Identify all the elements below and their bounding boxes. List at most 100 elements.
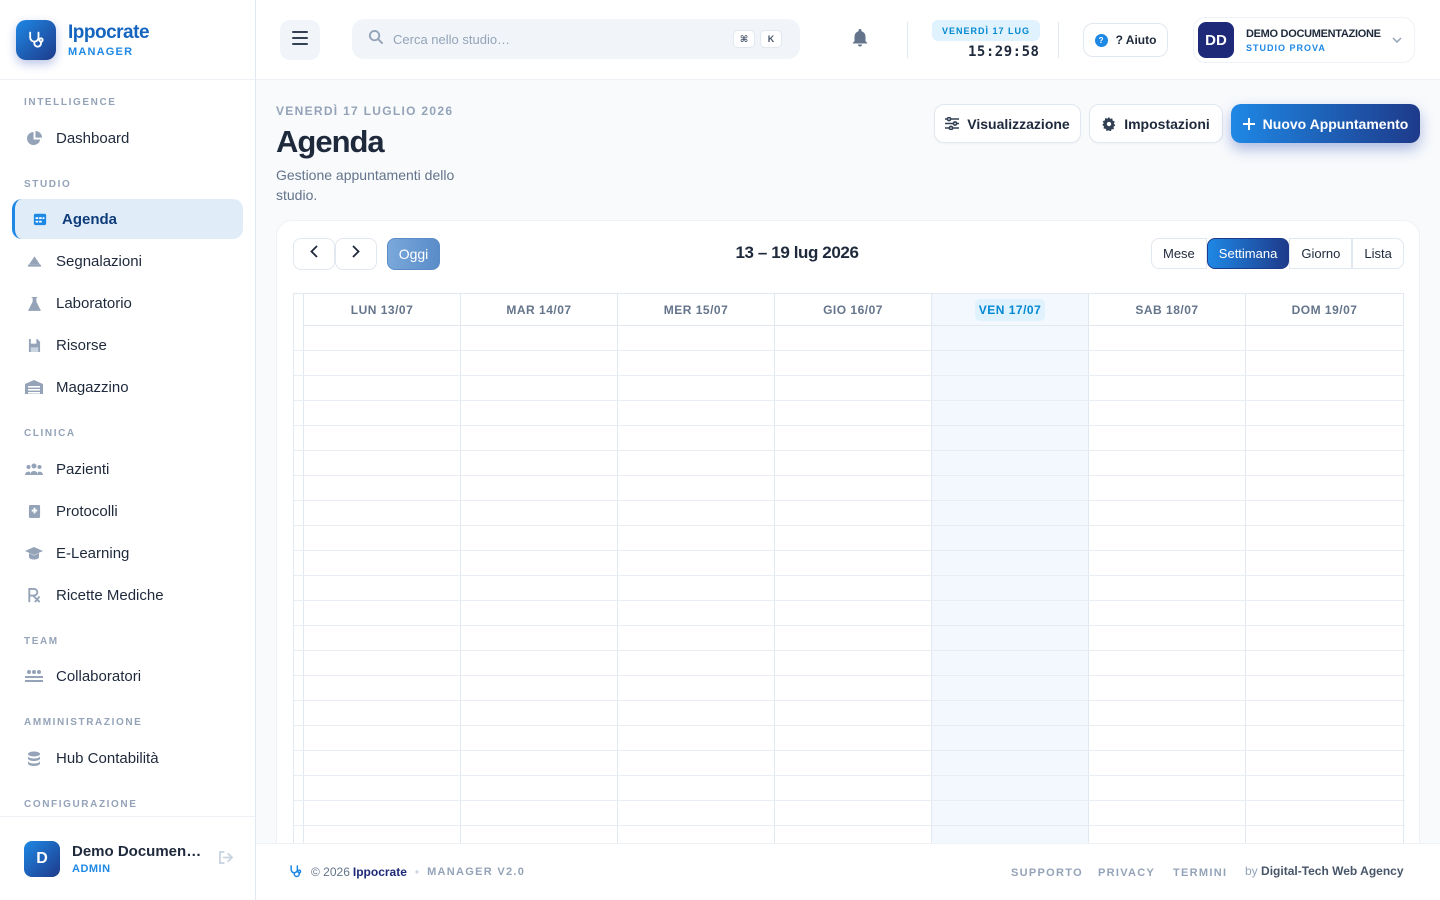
- time-slot-line: [294, 500, 1405, 501]
- stethoscope-logo-icon: [16, 19, 56, 60]
- sidebar-item-hub-contabilita[interactable]: Hub Contabilità: [12, 738, 243, 778]
- section-team: TEAM: [24, 636, 59, 647]
- sidebar-item-label: Pazienti: [56, 460, 110, 478]
- sidebar-item-label: Segnalazioni: [56, 252, 142, 270]
- avatar: D: [24, 840, 60, 877]
- user-name: Demo Documentazione: [72, 842, 204, 860]
- settings-button[interactable]: Impostazioni: [1089, 104, 1223, 143]
- day-header: GIO 16/07: [775, 294, 931, 326]
- page-subtitle: Gestione appuntamenti dello studio.: [276, 167, 455, 203]
- calendar-icon: [30, 209, 50, 229]
- brand-subtitle: MANAGER: [68, 45, 134, 58]
- view-day-button[interactable]: Giorno: [1289, 238, 1353, 269]
- page-date: VENERDÌ 17 LUGLIO 2026: [276, 104, 454, 118]
- graduation-cap-icon: [24, 543, 44, 563]
- sidebar-item-risorse[interactable]: Risorse: [12, 325, 243, 365]
- alert-icon: [24, 251, 44, 271]
- sidebar-item-label: Agenda: [62, 210, 118, 228]
- help-icon: ?: [1094, 33, 1108, 47]
- week-grid: LUN 13/07 MAR 14/07 MER 15/07 GIO 16/07 …: [293, 293, 1405, 899]
- search-input[interactable]: Cerca nello studio… ⌘ K: [352, 19, 800, 59]
- sidebar-item-dashboard[interactable]: Dashboard: [12, 118, 243, 158]
- bell-icon[interactable]: [852, 29, 868, 52]
- day-header: MAR 14/07: [461, 294, 617, 326]
- sliders-icon: [945, 117, 960, 130]
- section-clinica: CLINICA: [24, 428, 76, 439]
- sidebar-item-label: Dashboard: [56, 129, 130, 147]
- footer-logo-icon: [288, 864, 303, 879]
- sidebar-item-segnalazioni[interactable]: Segnalazioni: [12, 241, 243, 281]
- box-icon: [24, 335, 44, 355]
- settings-label: Impostazioni: [1124, 115, 1210, 132]
- day-column-today[interactable]: VEN 17/07: [932, 294, 1089, 899]
- kbd-cmd: ⌘: [733, 30, 755, 48]
- time-slot-line: [294, 400, 1405, 401]
- kbd-k: K: [760, 30, 782, 48]
- divider: [1058, 22, 1059, 58]
- search-icon: [368, 29, 383, 49]
- sidebar-user[interactable]: D Demo Documentazione ADMIN: [0, 816, 255, 900]
- brand[interactable]: Ippocrate MANAGER: [0, 0, 255, 80]
- day-column[interactable]: GIO 16/07: [775, 294, 932, 899]
- logout-icon[interactable]: [218, 850, 234, 867]
- day-column[interactable]: DOM 19/07: [1246, 294, 1403, 899]
- team-icon: [24, 666, 44, 686]
- section-studio: STUDIO: [24, 179, 72, 190]
- help-button[interactable]: ? ? Aiuto: [1083, 23, 1168, 57]
- day-header: MER 15/07: [618, 294, 774, 326]
- day-column[interactable]: SAB 18/07: [1089, 294, 1246, 899]
- time-slot-line: [294, 450, 1405, 451]
- time-slot-line: [294, 550, 1405, 551]
- clock: 15:29:58: [968, 44, 1040, 60]
- view-switcher: Mese Settimana Giorno Lista: [1151, 238, 1404, 269]
- page-title: Agenda: [276, 124, 385, 159]
- section-configurazione: CONFIGURAZIONE: [24, 799, 138, 810]
- footer-link-terms[interactable]: TERMINI: [1173, 867, 1227, 879]
- search-placeholder: Cerca nello studio…: [393, 31, 511, 47]
- day-column[interactable]: MER 15/07: [618, 294, 775, 899]
- sidebar-item-magazzino[interactable]: Magazzino: [12, 367, 243, 407]
- sidebar-item-collaboratori[interactable]: Collaboratori: [12, 656, 243, 696]
- footer-link-privacy[interactable]: PRIVACY: [1098, 867, 1155, 879]
- footer-version: MANAGER V2.0: [427, 865, 526, 878]
- day-column[interactable]: MAR 14/07: [461, 294, 618, 899]
- sidebar-item-ricette-mediche[interactable]: Ricette Mediche: [12, 575, 243, 615]
- user-name: DEMO DOCUMENTAZIONE: [1246, 27, 1381, 40]
- divider: [907, 22, 908, 58]
- warehouse-icon: [24, 377, 44, 397]
- day-header: LUN 13/07: [304, 294, 460, 326]
- user-menu[interactable]: DD DEMO DOCUMENTAZIONE STUDIO PROVA: [1193, 17, 1415, 63]
- brand-name: Ippocrate: [68, 21, 150, 43]
- time-slot-line: [294, 350, 1405, 351]
- menu-toggle-button[interactable]: [280, 20, 320, 60]
- sidebar-item-laboratorio[interactable]: Laboratorio: [12, 283, 243, 323]
- footer-agency[interactable]: Digital-Tech Web Agency: [1261, 864, 1403, 878]
- sidebar-item-protocolli[interactable]: Protocolli: [12, 491, 243, 531]
- sidebar-item-e-learning[interactable]: E-Learning: [12, 533, 243, 573]
- sidebar-item-agenda[interactable]: Agenda: [12, 199, 243, 239]
- footer-link-support[interactable]: SUPPORTO: [1011, 867, 1083, 879]
- calendar-card: Oggi 13 – 19 lug 2026 Mese Settimana Gio…: [276, 220, 1420, 900]
- view-month-button[interactable]: Mese: [1151, 238, 1207, 269]
- view-options-button[interactable]: Visualizzazione: [934, 104, 1081, 143]
- sidebar-item-pazienti[interactable]: Pazienti: [12, 449, 243, 489]
- view-week-button[interactable]: Settimana: [1206, 238, 1290, 269]
- footer-by: by: [1245, 864, 1258, 878]
- time-slot-line: [294, 750, 1405, 751]
- sidebar-item-label: Hub Contabilità: [56, 749, 159, 767]
- time-slot-line: [294, 725, 1405, 726]
- time-slot-line: [294, 475, 1405, 476]
- sidebar-item-label: Magazzino: [56, 378, 129, 396]
- studio-name: STUDIO PROVA: [1246, 42, 1326, 53]
- day-column[interactable]: LUN 13/07: [304, 294, 461, 899]
- sidebar-item-label: Laboratorio: [56, 294, 132, 312]
- day-header: VEN 17/07: [932, 294, 1088, 326]
- separator-dot: •: [414, 864, 420, 879]
- sidebar-item-label: E-Learning: [56, 544, 130, 562]
- view-list-button[interactable]: Lista: [1352, 238, 1404, 269]
- footer-brand: Ippocrate: [352, 864, 407, 879]
- new-appointment-button[interactable]: Nuovo Appuntamento: [1231, 104, 1420, 143]
- users-icon: [24, 459, 44, 479]
- date-chip: VENERDÌ 17 LUG: [932, 20, 1041, 41]
- hamburger-icon: [292, 30, 308, 50]
